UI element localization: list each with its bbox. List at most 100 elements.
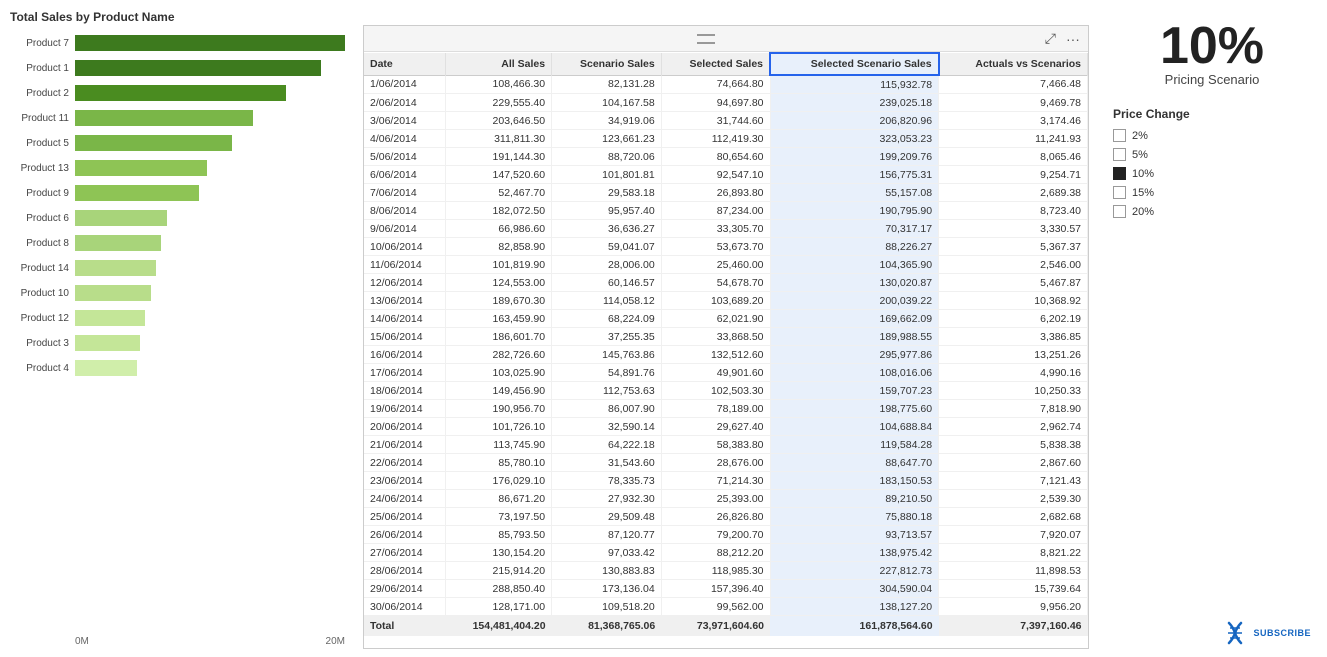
table-scroll[interactable]: DateAll SalesScenario SalesSelected Sale… [364,52,1088,648]
table-cell: 87,234.00 [661,202,770,220]
table-cell: 229,555.40 [445,94,551,112]
bar-label: Product 12 [10,313,75,324]
bar-row: Product 8 [10,232,345,254]
bar-label: Product 7 [10,38,75,49]
bar-fill [75,185,199,201]
bar-row: Product 4 [10,357,345,379]
bar-track [75,210,345,226]
x-axis-min: 0M [75,636,89,647]
bar-fill [75,310,145,326]
table-cell: 132,512.60 [661,346,770,364]
table-row: 15/06/2014186,601.7037,255.3533,868.5018… [364,328,1088,346]
bar-fill [75,260,156,276]
table-cell: 295,977.86 [770,346,939,364]
table-cell: 156,775.31 [770,166,939,184]
table-cell: 10,368.92 [939,292,1088,310]
bar-fill [75,110,253,126]
table-cell: 119,584.28 [770,436,939,454]
bar-track [75,135,345,151]
table-cell: 113,745.90 [445,436,551,454]
price-change-title: Price Change [1113,107,1190,121]
table-cell: 109,518.20 [552,598,662,616]
table-cell: 54,891.76 [552,364,662,382]
drag-handle[interactable] [697,32,715,46]
bar-fill [75,60,321,76]
checkbox-15%[interactable] [1113,186,1126,199]
table-row: 17/06/2014103,025.9054,891.7649,901.6010… [364,364,1088,382]
data-table-panel: ⤢ ··· DateAll SalesScenario SalesSelecte… [363,25,1089,649]
table-cell: 15,739.64 [939,580,1088,598]
table-cell: 138,127.20 [770,598,939,616]
table-cell: 86,671.20 [445,490,551,508]
table-cell: 34,919.06 [552,112,662,130]
checkbox-20%[interactable] [1113,205,1126,218]
table-row: 23/06/2014176,029.1078,335.7371,214.3018… [364,472,1088,490]
table-cell: 112,753.63 [552,382,662,400]
table-cell: 108,016.06 [770,364,939,382]
table-cell: 55,157.08 [770,184,939,202]
table-cell: 27/06/2014 [364,544,445,562]
table-cell: 8/06/2014 [364,202,445,220]
table-toolbar: ⤢ ··· [364,26,1088,52]
table-cell: 2,682.68 [939,508,1088,526]
checkbox-10%[interactable] [1113,167,1126,180]
table-cell: 31,744.60 [661,112,770,130]
table-cell: 78,189.00 [661,400,770,418]
price-option-5%[interactable]: 5% [1113,148,1154,161]
table-cell: 29,583.18 [552,184,662,202]
table-cell: 2,962.74 [939,418,1088,436]
table-cell: 4/06/2014 [364,130,445,148]
checkbox-2%[interactable] [1113,129,1126,142]
checkbox-label-2%: 2% [1132,130,1148,142]
table-cell: 239,025.18 [770,94,939,112]
table-cell: 7,121.43 [939,472,1088,490]
table-cell: 138,975.42 [770,544,939,562]
bar-fill [75,335,140,351]
table-cell: 86,007.90 [552,400,662,418]
col-header-date: Date [364,53,445,75]
footer-cell: 81,368,765.06 [552,616,662,637]
table-cell: 82,858.90 [445,238,551,256]
table-row: 22/06/201485,780.1031,543.6028,676.0088,… [364,454,1088,472]
table-cell: 64,222.18 [552,436,662,454]
checkbox-5%[interactable] [1113,148,1126,161]
table-cell: 26,826.80 [661,508,770,526]
bar-row: Product 12 [10,307,345,329]
price-option-2%[interactable]: 2% [1113,129,1154,142]
table-cell: 189,670.30 [445,292,551,310]
table-cell: 11/06/2014 [364,256,445,274]
table-cell: 182,072.50 [445,202,551,220]
subscribe-area[interactable]: SUBSCRIBE [1221,619,1311,647]
price-option-15%[interactable]: 15% [1113,186,1154,199]
bar-fill [75,35,345,51]
table-cell: 101,819.90 [445,256,551,274]
table-cell: 8,821.22 [939,544,1088,562]
table-cell: 94,697.80 [661,94,770,112]
table-cell: 30/06/2014 [364,598,445,616]
table-cell: 60,146.57 [552,274,662,292]
table-cell: 62,021.90 [661,310,770,328]
table-cell: 22/06/2014 [364,454,445,472]
price-option-10%[interactable]: 10% [1113,167,1154,180]
table-cell: 20/06/2014 [364,418,445,436]
table-row: 4/06/2014311,811.30123,661.23112,419.303… [364,130,1088,148]
table-cell: 49,901.60 [661,364,770,382]
table-cell: 104,365.90 [770,256,939,274]
table-cell: 203,646.50 [445,112,551,130]
chart-title: Total Sales by Product Name [10,10,345,24]
table-row: 6/06/2014147,520.60101,801.8192,547.1015… [364,166,1088,184]
price-option-20%[interactable]: 20% [1113,205,1154,218]
table-row: 25/06/201473,197.5029,509.4826,826.8075,… [364,508,1088,526]
bar-label: Product 11 [10,113,75,124]
bar-row: Product 6 [10,207,345,229]
table-cell: 36,636.27 [552,220,662,238]
table-cell: 25/06/2014 [364,508,445,526]
expand-button[interactable]: ⤢ [1043,30,1058,47]
more-options-button[interactable]: ··· [1064,31,1082,47]
table-cell: 5/06/2014 [364,148,445,166]
bar-row: Product 14 [10,257,345,279]
bar-fill [75,210,167,226]
table-cell: 52,467.70 [445,184,551,202]
table-cell: 88,212.20 [661,544,770,562]
table-row: 2/06/2014229,555.40104,167.5894,697.8023… [364,94,1088,112]
